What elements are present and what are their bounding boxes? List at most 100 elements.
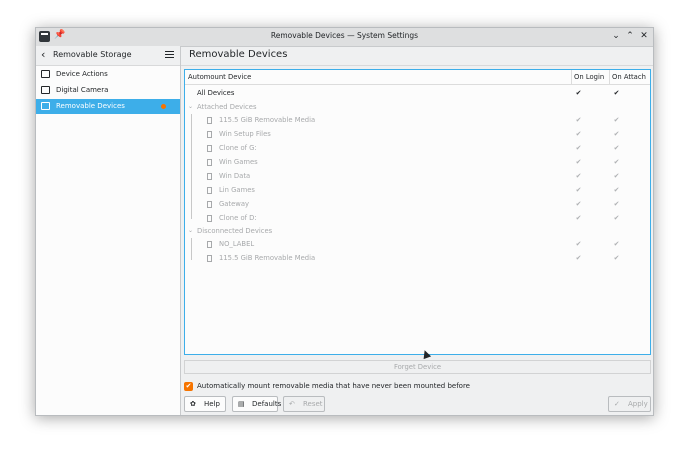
on-login-checkbox: ✔	[575, 254, 582, 262]
sidebar-item-label: Digital Camera	[56, 86, 109, 94]
row-label: Clone of G:	[219, 144, 257, 152]
forget-device-button[interactable]: Forget Device	[184, 360, 651, 374]
help-icon: ✿	[190, 400, 196, 408]
tree-row-disconnected-device[interactable]: NO_LABEL ✔ ✔	[185, 238, 650, 251]
on-login-checkbox: ✔	[575, 200, 582, 208]
tree-row-attached-device[interactable]: Lin Games ✔ ✔	[185, 184, 650, 197]
collapse-arrow-icon[interactable]: ⌄	[188, 227, 193, 234]
sidebar-title: Removable Storage	[53, 50, 132, 59]
device-actions-icon	[41, 70, 50, 78]
automount-label: Automatically mount removable media that…	[197, 382, 470, 390]
button-label: Reset	[303, 400, 323, 408]
on-attach-checkbox: ✔	[613, 130, 620, 138]
drive-icon	[207, 159, 212, 166]
on-login-checkbox: ✔	[575, 116, 582, 124]
minimize-button[interactable]: ⌄	[609, 29, 623, 43]
sidebar: ‹ Removable Storage Device Actions Digit…	[36, 46, 181, 415]
tree-row-attached-device[interactable]: Gateway ✔ ✔	[185, 198, 650, 211]
sidebar-header: ‹ Removable Storage	[36, 46, 180, 66]
drive-icon	[207, 131, 212, 138]
close-button[interactable]: ✕	[637, 29, 651, 43]
row-label: Gateway	[219, 200, 250, 208]
drive-icon	[207, 145, 212, 152]
group-label: Disconnected Devices	[197, 227, 273, 235]
on-attach-checkbox: ✔	[613, 158, 620, 166]
page-title: Removable Devices	[189, 49, 288, 60]
usb-drive-icon	[207, 241, 212, 248]
column-header-on-attach[interactable]: On Attach	[612, 73, 646, 81]
tree-row-attached-device[interactable]: 115.5 GiB Removable Media ✔ ✔	[185, 114, 650, 127]
back-icon[interactable]: ‹	[41, 48, 45, 61]
help-button[interactable]: ✿ Help	[184, 396, 226, 412]
check-icon: ✓	[614, 400, 620, 408]
on-login-checkbox: ✔	[575, 240, 582, 248]
row-label: Win Games	[219, 158, 258, 166]
reset-button[interactable]: ↶ Reset	[283, 396, 325, 412]
row-label: Win Data	[219, 172, 251, 180]
button-label: Help	[204, 400, 220, 408]
button-label: Defaults	[252, 400, 282, 408]
automount-checkbox[interactable]: ✔	[184, 382, 193, 391]
row-label: 115.5 GiB Removable Media	[219, 116, 316, 124]
maximize-button[interactable]: ⌃	[623, 29, 637, 43]
group-label: Attached Devices	[197, 103, 257, 111]
tree-row-attached-device[interactable]: Clone of D: ✔ ✔	[185, 212, 650, 225]
tree-group-disconnected[interactable]: ⌄ Disconnected Devices	[185, 225, 650, 238]
on-login-checkbox: ✔	[575, 214, 582, 222]
tree-row-attached-device[interactable]: Win Data ✔ ✔	[185, 170, 650, 183]
on-attach-checkbox[interactable]: ✔	[612, 89, 621, 98]
apply-button[interactable]: ✓ Apply	[608, 396, 651, 412]
on-login-checkbox: ✔	[575, 172, 582, 180]
on-attach-checkbox: ✔	[613, 200, 620, 208]
on-login-checkbox: ✔	[575, 144, 582, 152]
removable-device-icon	[41, 102, 50, 110]
on-login-checkbox: ✔	[575, 130, 582, 138]
on-login-checkbox[interactable]: ✔	[574, 89, 583, 98]
defaults-button[interactable]: ▤ Defaults	[232, 396, 282, 412]
on-attach-checkbox: ✔	[613, 172, 620, 180]
row-label: NO_LABEL	[219, 240, 255, 248]
on-attach-checkbox: ✔	[613, 144, 620, 152]
drive-icon	[207, 173, 212, 180]
usb-drive-icon	[207, 117, 212, 124]
on-login-checkbox: ✔	[575, 186, 582, 194]
hamburger-menu-icon[interactable]	[165, 51, 174, 58]
column-header-on-login[interactable]: On Login	[574, 73, 604, 81]
tree-row-disconnected-device[interactable]: 115.5 GiB Removable Media ✔ ✔	[185, 252, 650, 265]
main-header: Removable Devices	[181, 46, 653, 66]
column-header-device[interactable]: Automount Device	[188, 73, 251, 81]
row-label: 115.5 GiB Removable Media	[219, 254, 316, 262]
sidebar-item-device-actions[interactable]: Device Actions	[36, 67, 180, 82]
sidebar-item-label: Device Actions	[56, 70, 108, 78]
tree-header: Automount Device On Login On Attach	[185, 70, 650, 85]
drive-icon	[207, 215, 212, 222]
drive-icon	[207, 201, 212, 208]
tree-row-all-devices[interactable]: All Devices ✔ ✔	[185, 87, 650, 100]
on-attach-checkbox: ✔	[613, 254, 620, 262]
button-label: Apply	[628, 400, 648, 408]
sidebar-item-label: Removable Devices	[56, 102, 125, 110]
sidebar-item-removable-devices[interactable]: Removable Devices	[36, 99, 180, 114]
row-label: All Devices	[197, 89, 235, 97]
tree-group-attached[interactable]: ⌄ Attached Devices	[185, 101, 650, 114]
row-label: Clone of D:	[219, 214, 257, 222]
on-attach-checkbox: ✔	[613, 214, 620, 222]
on-attach-checkbox: ✔	[613, 116, 620, 124]
tree-row-attached-device[interactable]: Win Setup Files ✔ ✔	[185, 128, 650, 141]
automount-tree[interactable]: Automount Device On Login On Attach All …	[184, 69, 651, 355]
on-login-checkbox: ✔	[575, 158, 582, 166]
tree-row-attached-device[interactable]: Win Games ✔ ✔	[185, 156, 650, 169]
sidebar-item-digital-camera[interactable]: Digital Camera	[36, 83, 180, 98]
window-title: Removable Devices — System Settings	[270, 31, 419, 40]
usb-drive-icon	[207, 255, 212, 262]
changed-indicator-dot	[161, 104, 166, 109]
titlebar[interactable]: 📌 Removable Devices — System Settings ⌄ …	[36, 28, 653, 47]
row-label: Lin Games	[219, 186, 255, 194]
on-attach-checkbox: ✔	[613, 240, 620, 248]
row-label: Win Setup Files	[219, 130, 271, 138]
tree-row-attached-device[interactable]: Clone of G: ✔ ✔	[185, 142, 650, 155]
on-attach-checkbox: ✔	[613, 186, 620, 194]
collapse-arrow-icon[interactable]: ⌄	[188, 103, 193, 110]
settings-window: 📌 Removable Devices — System Settings ⌄ …	[35, 27, 654, 416]
camera-icon	[41, 86, 50, 94]
